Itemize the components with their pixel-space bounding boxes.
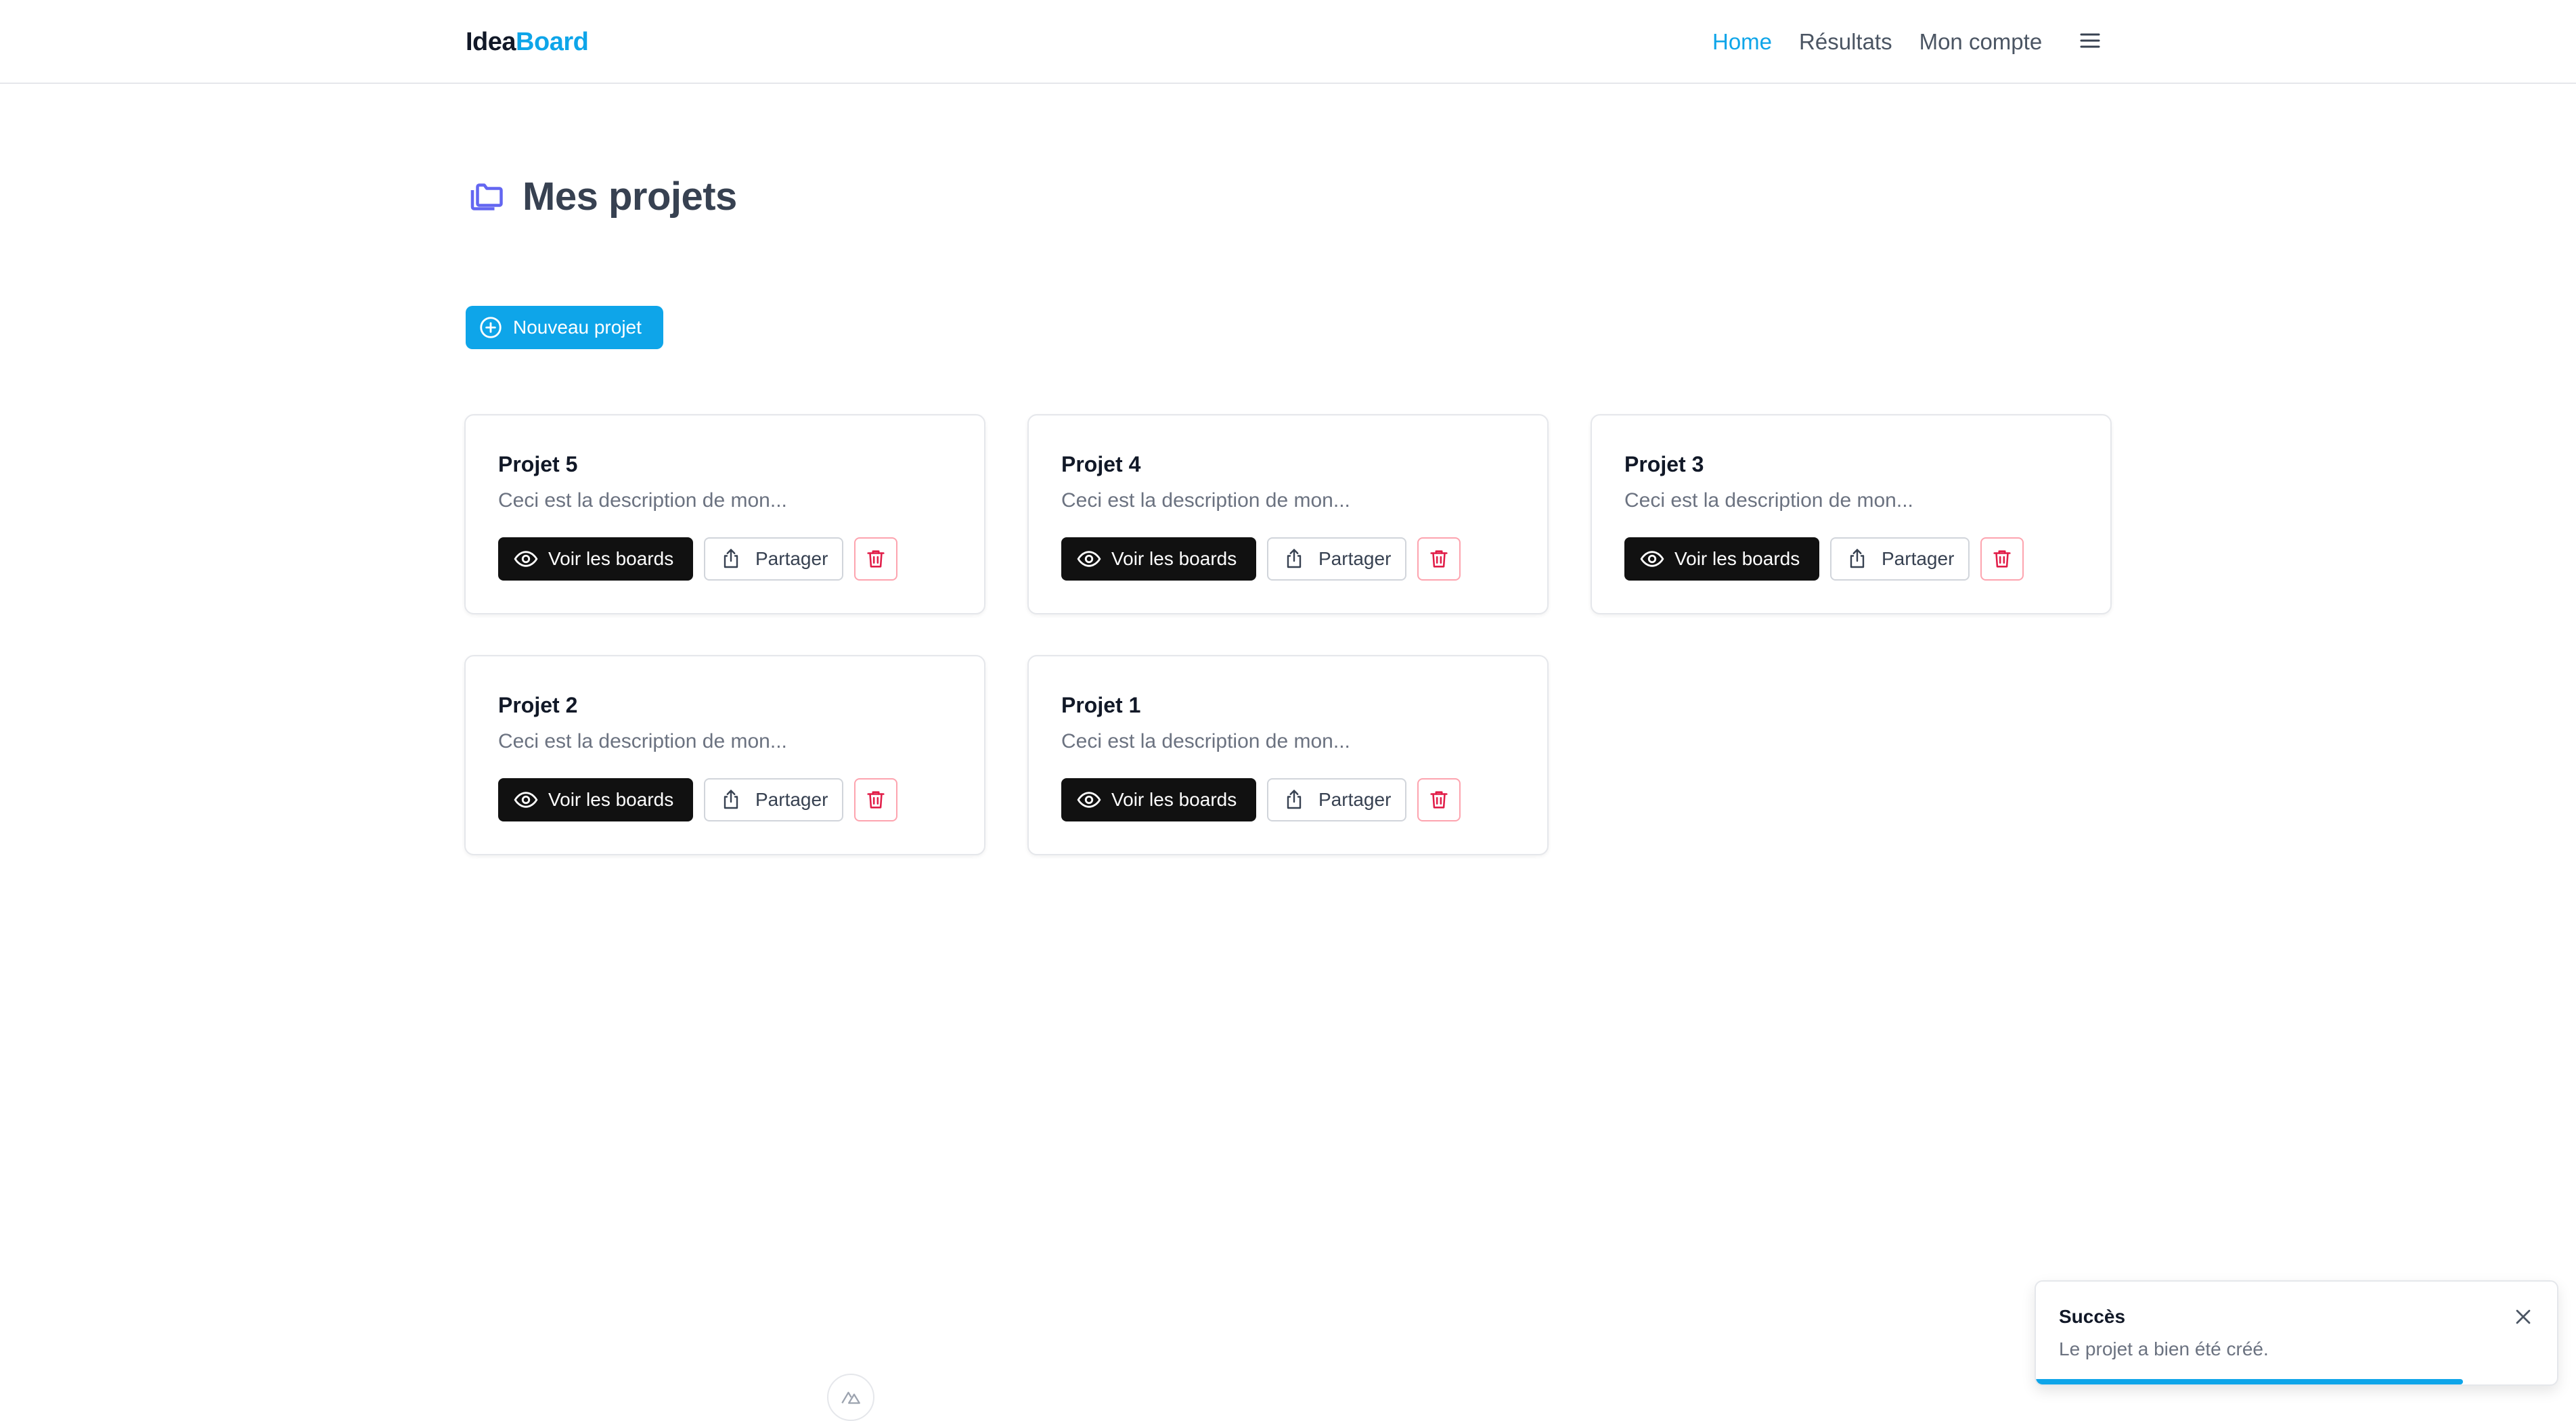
delete-project-button[interactable]	[1980, 537, 2024, 581]
project-actions: Voir les boards Partager	[498, 537, 897, 581]
delete-project-button[interactable]	[1417, 537, 1461, 581]
project-title: Projet 1	[1061, 693, 1141, 717]
project-title: Projet 4	[1061, 452, 1141, 476]
share-label: Partager	[1882, 548, 1955, 569]
project-card: Projet 4 Ceci est la description de mon.…	[1027, 414, 1549, 614]
eye-icon	[1077, 551, 1101, 567]
project-card: Projet 5 Ceci est la description de mon.…	[464, 414, 985, 614]
nav-link-resultats[interactable]: Résultats	[1799, 26, 1892, 58]
view-boards-button[interactable]: Voir les boards	[1624, 537, 1819, 581]
trash-icon	[867, 791, 885, 809]
toast-progress-bar	[2036, 1379, 2464, 1384]
delete-project-button[interactable]	[854, 537, 897, 581]
view-boards-button[interactable]: Voir les boards	[1061, 537, 1256, 581]
project-description: Ceci est la description de mon...	[498, 730, 787, 752]
share-label: Partager	[1318, 548, 1392, 569]
project-title: Projet 5	[498, 452, 578, 476]
view-boards-label: Voir les boards	[1674, 548, 1800, 569]
toast-progress-track	[2036, 1379, 2557, 1384]
trash-icon	[1430, 550, 1448, 568]
view-boards-label: Voir les boards	[548, 789, 674, 810]
delete-project-button[interactable]	[854, 778, 897, 821]
toast-title: Succès	[2059, 1306, 2126, 1327]
trash-icon	[867, 550, 885, 568]
share-icon	[1287, 549, 1302, 568]
share-button[interactable]: Partager	[704, 537, 843, 581]
share-button[interactable]: Partager	[704, 778, 843, 821]
app-logo[interactable]: IdeaBoard	[466, 26, 589, 58]
project-description: Ceci est la description de mon...	[1061, 489, 1350, 512]
project-title: Projet 3	[1624, 452, 1704, 476]
plus-circle-icon	[480, 317, 502, 338]
project-card: Projet 3 Ceci est la description de mon.…	[1591, 414, 2112, 614]
hamburger-menu-icon[interactable]	[2079, 30, 2101, 51]
project-card: Projet 2 Ceci est la description de mon.…	[464, 655, 985, 855]
eye-icon	[1640, 551, 1664, 567]
share-icon	[724, 790, 738, 809]
toast-message: Le projet a bien été créé.	[2059, 1338, 2269, 1359]
new-project-label: Nouveau projet	[513, 317, 642, 338]
folders-icon	[470, 183, 503, 210]
view-boards-label: Voir les boards	[1111, 548, 1237, 569]
page-title-row: Mes projets	[466, 173, 737, 221]
share-button[interactable]: Partager	[1830, 537, 1970, 581]
share-icon	[724, 549, 738, 568]
share-icon	[1850, 549, 1865, 568]
view-boards-button[interactable]: Voir les boards	[498, 537, 693, 581]
top-navbar: IdeaBoard Home Résultats Mon compte	[0, 0, 2576, 84]
nuxt-logo-icon	[841, 1391, 860, 1404]
project-actions: Voir les boards Partager	[498, 778, 897, 821]
view-boards-label: Voir les boards	[1111, 789, 1237, 810]
view-boards-label: Voir les boards	[548, 548, 674, 569]
devtools-toggle-button[interactable]	[827, 1374, 874, 1421]
nav-link-mon-compte[interactable]: Mon compte	[1919, 26, 2043, 58]
view-boards-button[interactable]: Voir les boards	[1061, 778, 1256, 821]
page-title: Mes projets	[523, 175, 737, 219]
project-actions: Voir les boards Partager	[1061, 778, 1461, 821]
share-label: Partager	[1318, 789, 1392, 810]
project-description: Ceci est la description de mon...	[498, 489, 787, 512]
share-icon	[1287, 790, 1302, 809]
trash-icon	[1430, 791, 1448, 809]
share-label: Partager	[755, 548, 828, 569]
share-button[interactable]: Partager	[1267, 537, 1406, 581]
nav-link-home[interactable]: Home	[1712, 26, 1772, 58]
share-button[interactable]: Partager	[1267, 778, 1406, 821]
main-nav: Home Résultats Mon compte	[1712, 26, 2069, 58]
share-label: Partager	[755, 789, 828, 810]
logo-text-board: Board	[516, 28, 589, 56]
project-actions: Voir les boards Partager	[1061, 537, 1461, 581]
new-project-button[interactable]: Nouveau projet	[466, 306, 663, 349]
logo-text-idea: Idea	[466, 28, 516, 56]
close-icon[interactable]	[2511, 1305, 2535, 1329]
eye-icon	[1077, 792, 1101, 808]
delete-project-button[interactable]	[1417, 778, 1461, 821]
project-actions: Voir les boards Partager	[1624, 537, 2024, 581]
success-toast: Succès Le projet a bien été créé.	[2035, 1280, 2558, 1386]
eye-icon	[514, 792, 538, 808]
project-card: Projet 1 Ceci est la description de mon.…	[1027, 655, 1549, 855]
project-description: Ceci est la description de mon...	[1061, 730, 1350, 752]
project-description: Ceci est la description de mon...	[1624, 489, 1913, 512]
project-title: Projet 2	[498, 693, 578, 717]
view-boards-button[interactable]: Voir les boards	[498, 778, 693, 821]
eye-icon	[514, 551, 538, 567]
trash-icon	[1993, 550, 2011, 568]
